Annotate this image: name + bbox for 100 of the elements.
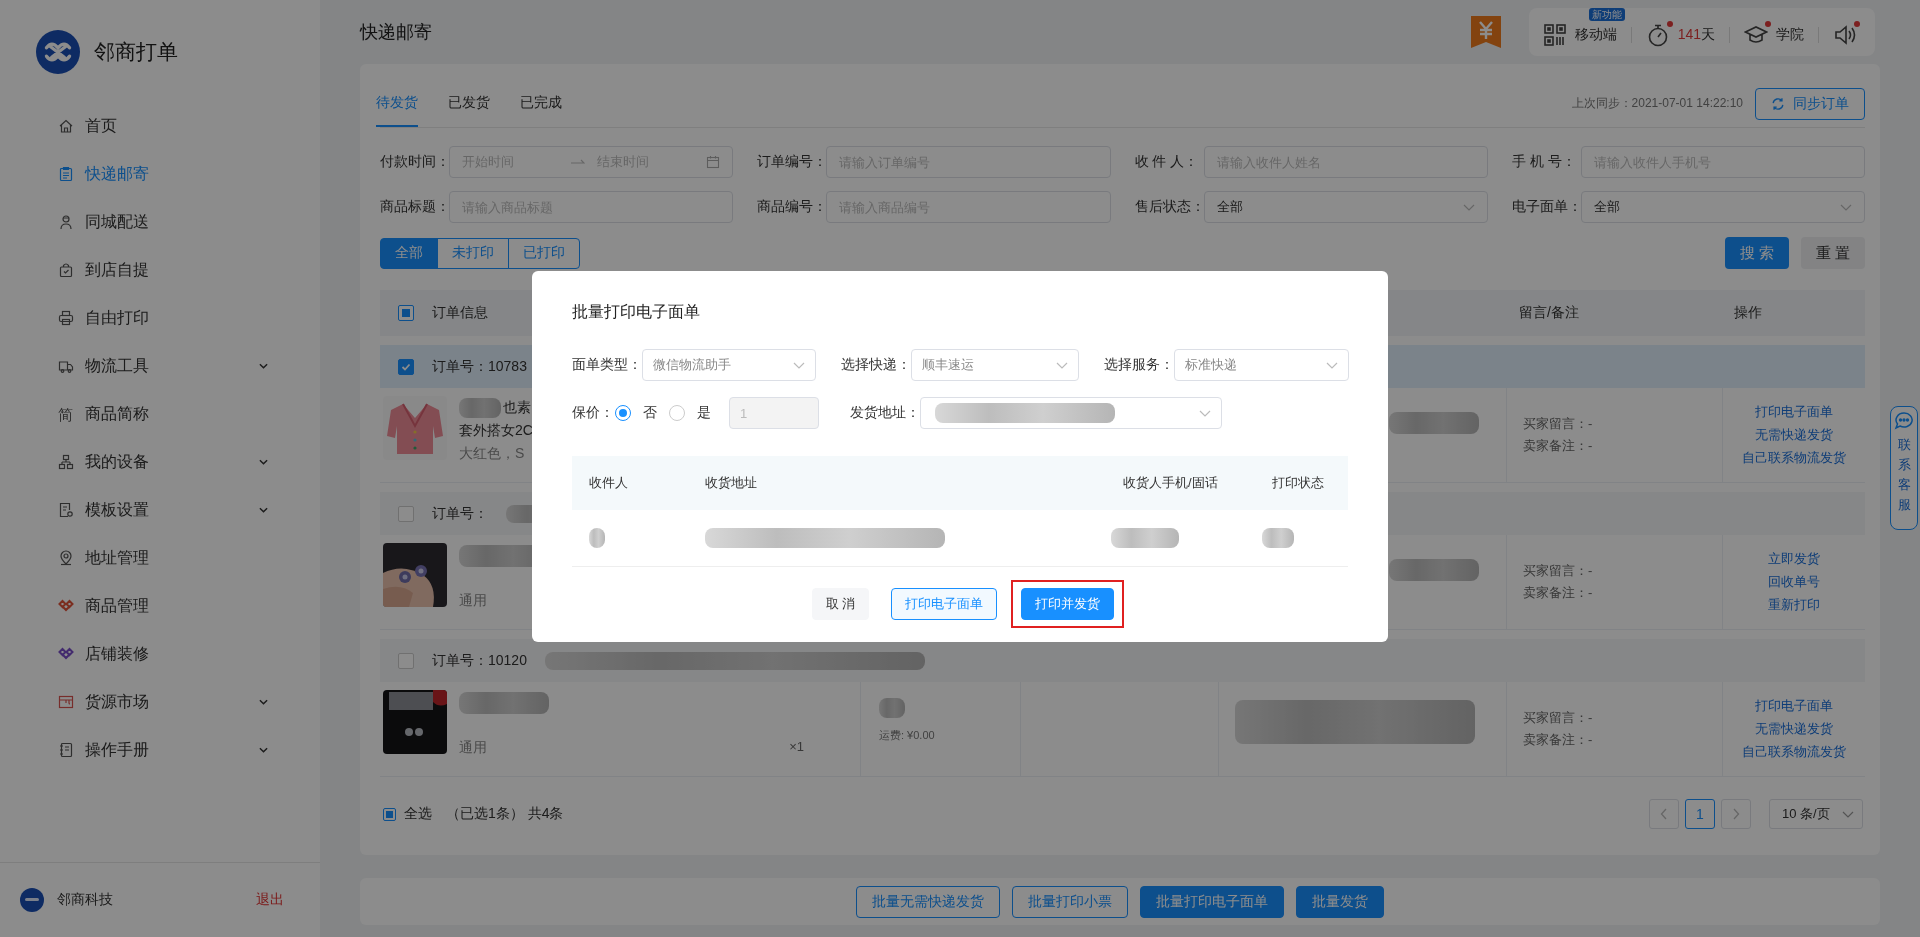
select-field[interactable]: 微信物流助手 [642,349,816,381]
quantity: ×1 [789,739,804,754]
note-text: 卖家备注：- [1523,731,1594,749]
new-badge: 新功能 [1588,8,1625,21]
bulk-action-button[interactable]: 批量发货 [1296,885,1384,918]
checkbox[interactable] [398,505,414,522]
action-link[interactable]: 打印电子面单 [1755,403,1833,421]
action-link[interactable]: 立即发货 [1768,550,1820,568]
column-header: 打印状态 [1271,474,1325,492]
checkbox[interactable] [398,305,414,321]
select-field[interactable]: 全部 [1580,191,1865,223]
select-field[interactable]: 标准快递 [1174,349,1349,381]
select-field[interactable]: 全部 [1203,191,1488,223]
segment-button[interactable]: 未打印 [437,237,509,269]
nav-item[interactable]: 模板设置 [0,486,320,534]
sync-button[interactable]: 同步订单 [1755,87,1865,120]
location-pin-icon [58,550,74,566]
glyph-icon: 简 [58,406,74,422]
action-link[interactable]: 无需快递发货 [1755,426,1833,444]
checkbox[interactable] [398,358,414,375]
chevron-left-icon [1660,808,1668,820]
logo-icon [36,30,80,74]
tab[interactable]: 已完成 [520,80,562,127]
nav-item[interactable]: 我的设备 [0,438,320,486]
nav-item[interactable]: 货源市场 [0,678,320,726]
filter-label: 手 机 号： [1511,153,1577,171]
customer-service-button[interactable]: 联系客服 [1890,406,1918,530]
select-field[interactable] [920,397,1222,429]
column-header: 留言/备注 [1518,304,1580,322]
segment-button[interactable]: 全部 [380,237,438,269]
nav-item[interactable]: 首页 [0,102,320,150]
bulk-action-button[interactable]: 批量打印小票 [1012,885,1128,918]
action-link[interactable]: 自己联系物流发货 [1742,449,1846,467]
tab[interactable]: 待发货 [376,80,418,127]
shopping-bag-icon [58,262,74,278]
dialog-button[interactable]: 打印并发货 [1021,588,1115,620]
order-number: 订单号： [432,504,488,523]
nav-item[interactable]: 快递邮寄 [0,150,320,198]
dialog-button[interactable]: 打印电子面单 [891,588,998,620]
reset-button[interactable]: 重 置 [1801,237,1865,269]
column-header: 收件人 [588,474,629,492]
checkbox[interactable] [383,807,396,821]
modal-title: 批量打印电子面单 [572,302,701,322]
chevron-down-icon [1842,810,1854,818]
nav-item[interactable]: 自由打印 [0,294,320,342]
segment-button[interactable]: 已打印 [508,237,580,269]
refresh-icon [1771,96,1785,111]
book-icon [58,742,74,758]
toolbar-button[interactable]: 移动端 [1538,23,1621,47]
freight-text: 运费: ¥0.00 [879,728,935,743]
form-label: 面单类型： [572,356,642,374]
product-title: 套外搭女2C [459,421,533,440]
action-link[interactable]: 回收单号 [1768,573,1820,591]
chevron-down-icon [1840,203,1852,211]
blurred-text [589,528,605,548]
logout-link[interactable]: 退出 [256,891,284,909]
calendar-icon [706,155,721,169]
clipboard-icon [58,166,74,182]
bulk-action-button[interactable]: 批量打印电子面单 [1140,885,1284,918]
bulk-action-button[interactable]: 批量无需快递发货 [856,885,1000,918]
yen-ribbon-icon[interactable] [1468,14,1503,50]
nav-item[interactable]: 店铺装修 [0,630,320,678]
home-icon [58,118,74,134]
page-title: 快递邮寄 [360,21,433,44]
nav-item[interactable]: 操作手册 [0,726,320,774]
chain-icon [58,598,74,614]
chevron-down-icon [1326,361,1338,369]
nav-item[interactable]: 到店自提 [0,246,320,294]
action-link[interactable]: 自己联系物流发货 [1742,743,1846,761]
dialog-button[interactable]: 取 消 [811,588,870,620]
nav-item[interactable]: 商品管理 [0,582,320,630]
search-button[interactable]: 搜 索 [1725,237,1789,269]
order-number: 订单号：10120 [432,651,527,670]
next-page-button[interactable] [1721,799,1751,829]
tab[interactable]: 已发货 [448,80,490,127]
select-field[interactable]: 顺丰速运 [911,349,1079,381]
nav-item[interactable]: 同城配送 [0,198,320,246]
toolbar-button[interactable]: 141天 [1641,23,1719,47]
chat-bubble-icon [1894,411,1914,431]
filter-label: 订单编号： [757,153,827,171]
filter-label: 收 件 人： [1134,153,1200,171]
toolbar-button[interactable]: 学院 [1740,23,1808,47]
checkbox[interactable] [398,652,414,669]
note-text: 买家留言：- [1523,415,1594,433]
person-icon [58,214,74,230]
previous-page-button[interactable] [1649,799,1679,829]
nav-item[interactable]: 物流工具 [0,342,320,390]
action-link[interactable]: 无需快递发货 [1755,720,1833,738]
chain-icon [58,646,74,662]
nav-item[interactable]: 简 商品简称 [0,390,320,438]
action-link[interactable]: 打印电子面单 [1755,697,1833,715]
chevron-down-icon [1462,203,1475,211]
filter-label: 电子面单： [1511,198,1581,216]
page-button[interactable]: 1 [1685,799,1715,829]
action-link[interactable]: 重新打印 [1768,596,1820,614]
filter-label: 售后状态： [1134,198,1204,216]
page-size-select[interactable]: 10 条/页 [1769,799,1863,829]
form-label: 选择快递： [841,356,911,374]
nav-item[interactable]: 地址管理 [0,534,320,582]
filter-label: 商品标题： [380,198,449,216]
